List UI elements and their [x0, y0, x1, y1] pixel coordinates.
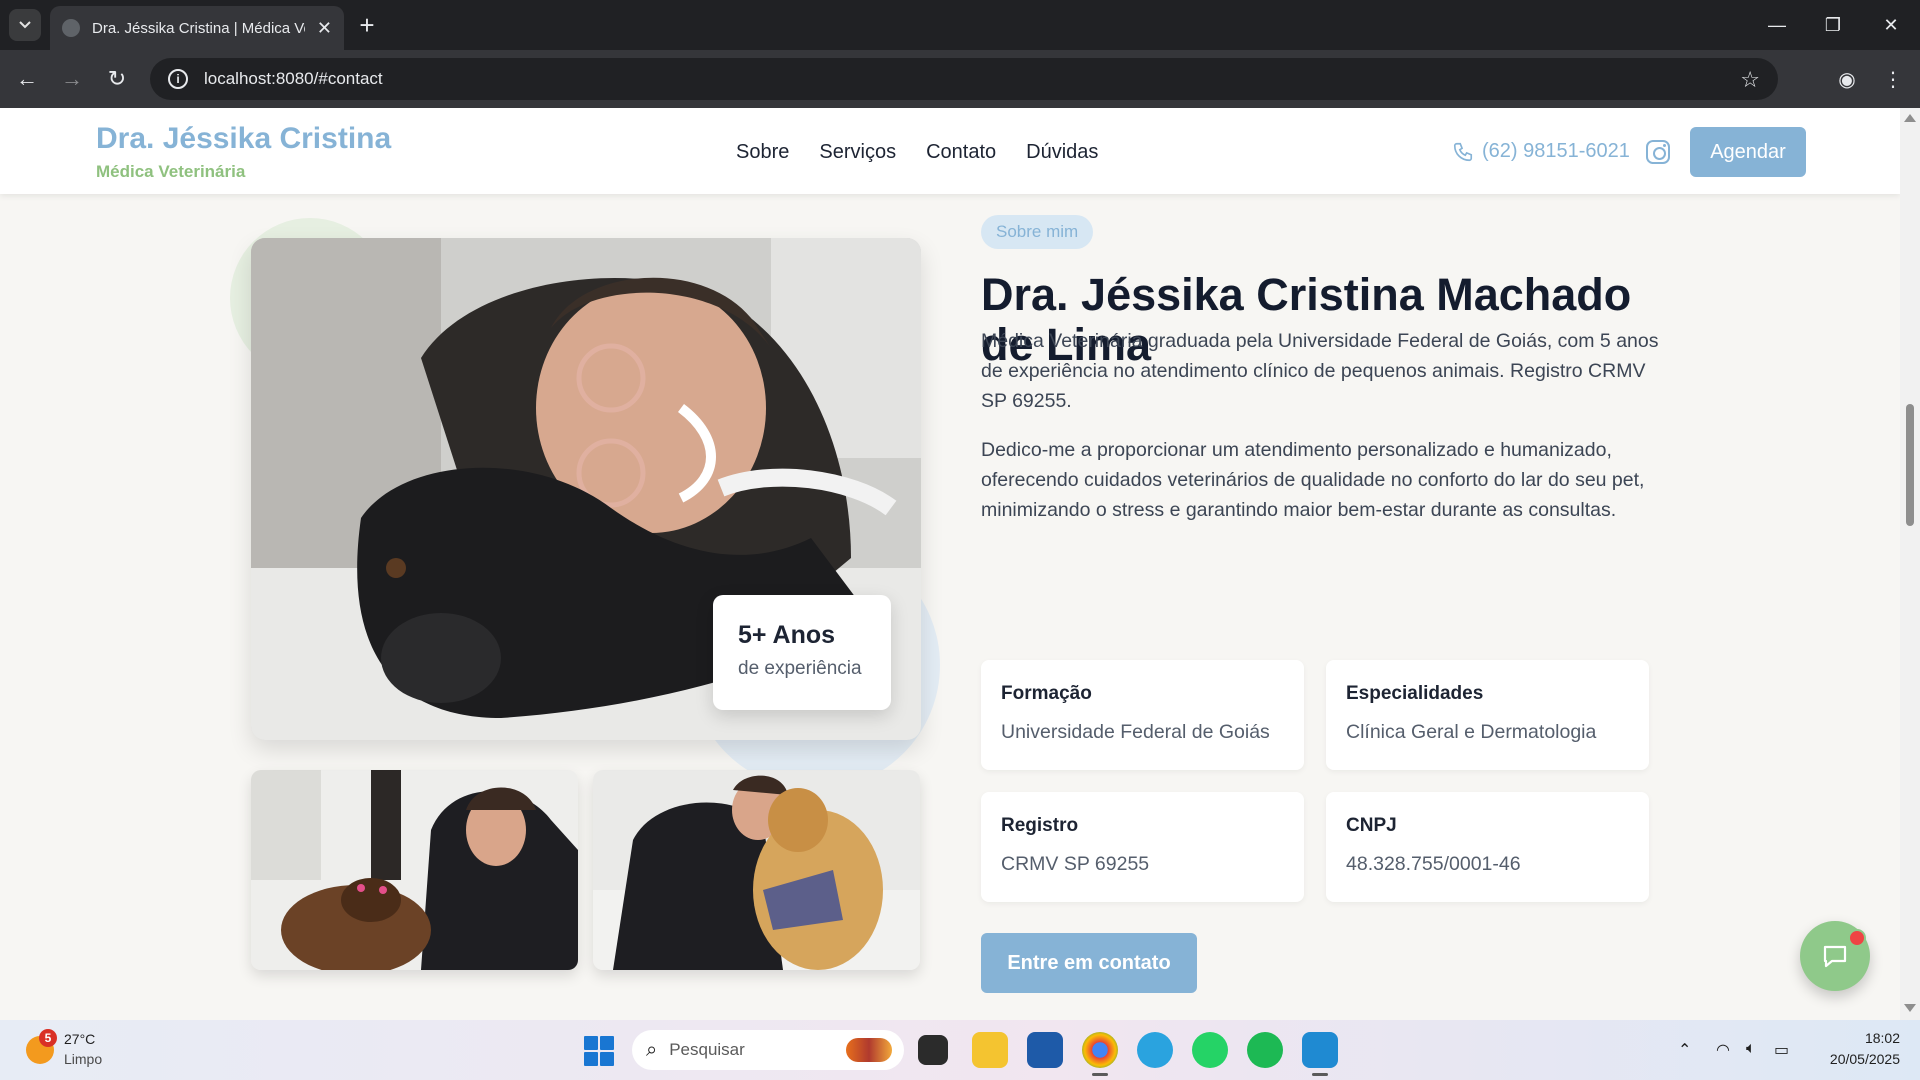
spotify-icon[interactable] [1247, 1032, 1283, 1068]
browser-tab-active[interactable]: Dra. Jéssika Cristina | Médica Veterinár… [50, 6, 344, 50]
info-card-value: 48.328.755/0001-46 [1346, 853, 1521, 875]
info-card-label: Formação [1001, 683, 1092, 704]
microsoft-store-icon[interactable] [1027, 1032, 1063, 1068]
chevron-down-icon [19, 21, 31, 29]
brand-name[interactable]: Dra. Jéssika Cristina [96, 122, 391, 156]
site-info-icon[interactable]: i [168, 69, 188, 89]
weather-temperature[interactable]: 27°C [64, 1031, 95, 1047]
notification-dot [1848, 929, 1866, 947]
info-card-value: Universidade Federal de Goiás [1001, 721, 1270, 743]
chat-bubble-icon [1823, 945, 1847, 968]
profile-icon[interactable]: ◉ [1830, 62, 1864, 96]
info-card-formacao: Formação Universidade Federal de Goiás [981, 660, 1304, 770]
chrome-icon[interactable] [1082, 1032, 1118, 1076]
nav-contato[interactable]: Contato [926, 141, 996, 164]
about-paragraph-2: Dedico-me a proporcionar um atendimento … [981, 439, 1645, 521]
volume-icon[interactable]: 🔈︎ [1746, 1040, 1756, 1058]
phone-link[interactable]: (62) 98151-6021 [1452, 140, 1630, 163]
weather-badge: 5 [39, 1029, 57, 1047]
windows-start-icon[interactable] [584, 1036, 614, 1066]
reload-icon[interactable]: ↻ [100, 62, 134, 96]
search-placeholder: Pesquisar [669, 1040, 745, 1059]
wifi-icon[interactable]: ◠ [1716, 1040, 1730, 1060]
photo-illustration [593, 770, 920, 970]
telegram-icon[interactable] [1137, 1032, 1173, 1068]
tab-title: Dra. Jéssika Cristina | Médica Veterinár… [92, 19, 305, 37]
instagram-icon[interactable] [1646, 140, 1670, 164]
tab-search-button[interactable] [9, 9, 41, 41]
nav-sobre[interactable]: Sobre [736, 141, 789, 164]
taskbar-search[interactable]: ⌕ Pesquisar [632, 1030, 904, 1070]
browser-toolbar: ← → ↻ i localhost:8080/#contact ☆ ◉ ⋮ [0, 50, 1920, 108]
vet-examining-dog-photo [251, 770, 578, 970]
experience-label: de experiência [738, 658, 862, 679]
chat-button[interactable] [1800, 921, 1870, 991]
scroll-thumb[interactable] [1906, 404, 1914, 526]
whatsapp-icon[interactable] [1192, 1032, 1228, 1068]
main-nav: Sobre Serviços Contato Dúvidas [736, 141, 1098, 164]
windows-taskbar: 5 27°C Limpo ⌕ Pesquisar ⌃ ◠ 🔈︎ ▭ 18:02 … [0, 1020, 1920, 1080]
phone-icon [1453, 142, 1473, 161]
close-window-button[interactable]: ✕ [1864, 0, 1918, 50]
info-card-registro: Registro CRMV SP 69255 [981, 792, 1304, 902]
info-card-cnpj: CNPJ 48.328.755/0001-46 [1326, 792, 1649, 902]
scroll-down-arrow-icon[interactable] [1904, 1004, 1916, 1012]
site-header: Dra. Jéssika Cristina Médica Veterinária… [0, 108, 1900, 194]
section-tag: Sobre mim [981, 215, 1094, 249]
restore-button[interactable]: ❐ [1806, 0, 1860, 50]
back-arrow-icon[interactable]: ← [10, 62, 44, 96]
brand-subtitle: Médica Veterinária [96, 162, 246, 181]
experience-value: 5+ Anos [738, 621, 836, 649]
close-tab-icon[interactable]: ✕ [317, 18, 332, 39]
experience-card: 5+ Anos de experiência [713, 595, 891, 710]
new-tab-button[interactable]: + [352, 10, 382, 40]
schedule-button[interactable]: Agendar [1690, 127, 1806, 177]
photo-illustration [251, 770, 578, 970]
nav-duvidas[interactable]: Dúvidas [1026, 141, 1098, 164]
menu-dots-icon[interactable]: ⋮ [1876, 62, 1910, 96]
nav-servicos[interactable]: Serviços [819, 141, 896, 164]
info-card-value: CRMV SP 69255 [1001, 853, 1150, 875]
globe-icon [62, 19, 80, 37]
phone-number: (62) 98151-6021 [1482, 140, 1630, 162]
weather-description[interactable]: Limpo [64, 1051, 102, 1067]
contact-button[interactable]: Entre em contato [981, 933, 1197, 993]
chevron-up-icon[interactable]: ⌃ [1678, 1040, 1691, 1060]
vet-with-golden-retriever-photo [593, 770, 920, 970]
url-text[interactable]: localhost:8080/#contact [204, 69, 383, 89]
page-viewport: Dra. Jéssika Cristina Médica Veterinária… [0, 108, 1900, 1020]
info-card-label: Especialidades [1346, 683, 1484, 704]
search-icon: ⌕ [646, 1038, 658, 1061]
vscode-icon[interactable] [1302, 1032, 1338, 1076]
file-explorer-icon[interactable] [972, 1032, 1008, 1068]
info-card-especialidades: Especialidades Clínica Geral e Dermatolo… [1326, 660, 1649, 770]
info-card-label: CNPJ [1346, 815, 1397, 836]
task-view-icon[interactable] [918, 1035, 948, 1065]
clock-time[interactable]: 18:02 [1820, 1030, 1900, 1046]
minimize-button[interactable]: — [1750, 0, 1804, 50]
info-card-label: Registro [1001, 815, 1079, 836]
info-card-value: Clínica Geral e Dermatologia [1346, 721, 1597, 743]
about-paragraph-1: Médica Veterinária graduada pela Univers… [981, 330, 1659, 412]
search-highlight-image [846, 1038, 892, 1062]
scroll-up-arrow-icon[interactable] [1904, 114, 1916, 122]
battery-icon[interactable]: ▭ [1774, 1040, 1789, 1060]
forward-arrow-icon[interactable]: → [55, 62, 89, 96]
browser-tab-bar: Dra. Jéssika Cristina | Médica Veterinár… [0, 0, 1920, 50]
bookmark-star-icon[interactable]: ☆ [1740, 67, 1760, 93]
page-scrollbar[interactable] [1900, 108, 1920, 1020]
clock-date[interactable]: 20/05/2025 [1810, 1051, 1900, 1067]
address-bar[interactable]: i localhost:8080/#contact ☆ [150, 58, 1778, 100]
